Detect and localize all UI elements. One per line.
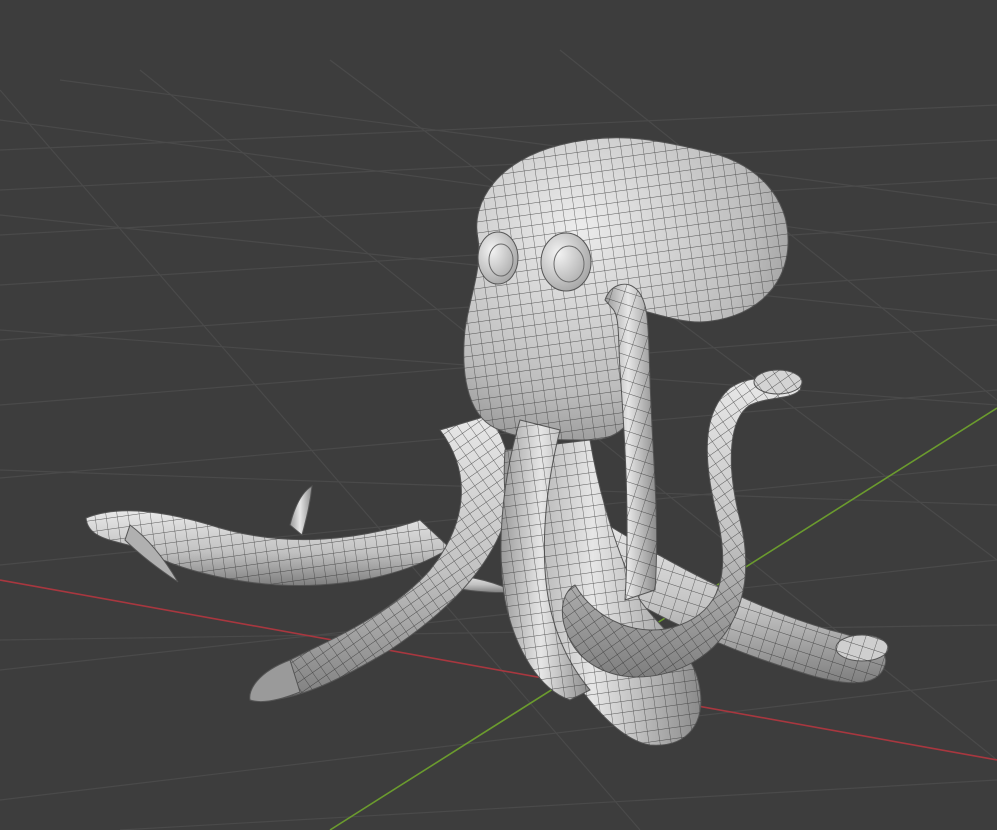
viewport-canvas[interactable] bbox=[0, 0, 997, 830]
3d-viewport[interactable] bbox=[0, 0, 997, 830]
left-eye[interactable] bbox=[477, 231, 519, 285]
right-eye[interactable] bbox=[540, 232, 592, 292]
